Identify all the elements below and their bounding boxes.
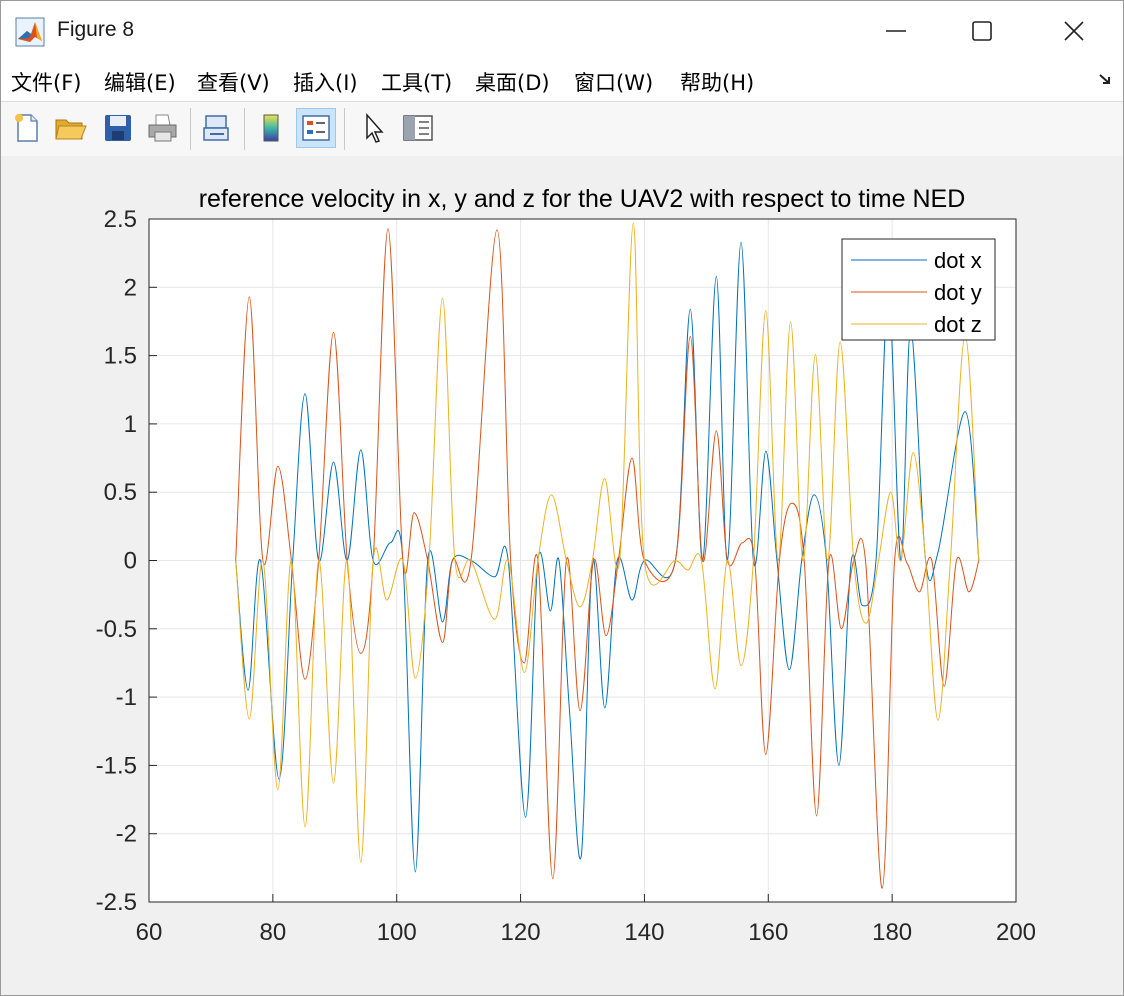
save-icon — [105, 115, 131, 141]
window-title: Figure 8 — [57, 18, 135, 41]
toolbar-separator — [244, 108, 245, 150]
minimize-icon — [886, 30, 906, 32]
close-icon — [1064, 21, 1084, 41]
expand-toolstrip-icon[interactable] — [1097, 71, 1113, 87]
menu-file[interactable]: 文件(F) — [11, 67, 81, 97]
x-tick-label: 60 — [136, 919, 163, 946]
x-tick-label: 120 — [501, 919, 541, 946]
figure-area: 60 80 100 120 140 160 180 200 2.5 2 1.5 1 0.5 0 -0.5 -… — [1, 156, 1123, 995]
menu-insert[interactable]: 插入(I) — [293, 67, 358, 97]
menu-edit[interactable]: 编辑(E) — [104, 67, 176, 97]
y-tick-label: -1.5 — [96, 752, 137, 779]
close-button[interactable] — [1029, 1, 1119, 61]
save-button[interactable] — [98, 108, 138, 148]
y-tick-label: -2 — [116, 821, 137, 848]
line-chart[interactable]: 60 80 100 120 140 160 180 200 2.5 2 1.5 1 0.5 0 -0.5 -… — [1, 156, 1123, 995]
print-button[interactable] — [143, 108, 183, 148]
y-tick-label: -1 — [116, 684, 137, 711]
new-figure-icon — [15, 114, 38, 142]
menu-window[interactable]: 窗口(W) — [574, 67, 653, 97]
title-bar[interactable]: Figure 8 — [1, 1, 1123, 61]
colorbar-icon — [263, 114, 279, 142]
open-file-button[interactable] — [51, 108, 91, 148]
menu-tools[interactable]: 工具(T) — [381, 67, 452, 97]
new-figure-button[interactable] — [7, 108, 47, 148]
y-tick-label: 1 — [124, 411, 137, 438]
legend-icon — [302, 115, 330, 141]
y-tick-label: 1.5 — [104, 343, 137, 370]
menu-desktop[interactable]: 桌面(D) — [475, 67, 550, 97]
menu-view[interactable]: 查看(V) — [197, 67, 270, 97]
link-plot-button[interactable] — [197, 108, 237, 148]
minimize-button[interactable] — [851, 1, 941, 61]
chart-title: reference velocity in x, y and z for the… — [199, 185, 966, 213]
y-tick-label: 0 — [124, 548, 137, 575]
pointer-icon — [366, 113, 384, 143]
y-tick-label: 2.5 — [104, 206, 137, 233]
x-tick-label: 200 — [996, 919, 1036, 946]
legend-label-dot-y: dot y — [934, 280, 982, 305]
x-tick-label: 140 — [624, 919, 664, 946]
edit-plot-button[interactable] — [353, 108, 393, 148]
toolbar — [1, 101, 1123, 157]
toolbar-separator — [344, 108, 345, 150]
insert-legend-button[interactable] — [296, 108, 336, 148]
menu-help[interactable]: 帮助(H) — [680, 67, 754, 97]
property-inspector-icon — [403, 115, 433, 141]
x-tick-label: 160 — [748, 919, 788, 946]
matlab-icon — [15, 17, 45, 47]
print-icon — [148, 114, 177, 142]
y-tick-label: -0.5 — [96, 616, 137, 643]
y-tick-label: 2 — [124, 274, 137, 301]
open-file-icon — [55, 119, 87, 140]
legend-label-dot-z: dot z — [934, 312, 982, 337]
x-tick-label: 100 — [377, 919, 417, 946]
y-tick-label: -2.5 — [96, 889, 137, 916]
x-tick-label: 80 — [260, 919, 287, 946]
legend[interactable]: dot x dot y dot z — [841, 238, 996, 341]
insert-colorbar-button[interactable] — [251, 108, 291, 148]
y-axis: 2.5 2 1.5 1 0.5 0 -0.5 -1 -1.5 -2 -2.5 — [96, 206, 157, 916]
link-plot-icon — [203, 115, 229, 141]
toolbar-separator — [190, 108, 191, 150]
maximize-icon — [972, 21, 992, 41]
menu-bar: 文件(F) 编辑(E) 查看(V) 插入(I) 工具(T) 桌面(D) 窗口(W… — [1, 61, 1123, 101]
maximize-button[interactable] — [937, 1, 1027, 61]
x-tick-label: 180 — [872, 919, 912, 946]
figure-window: Figure 8 文件(F) 编辑(E) 查看(V) 插入(I) 工具(T) 桌… — [0, 0, 1124, 996]
y-tick-label: 0.5 — [104, 479, 137, 506]
legend-label-dot-x: dot x — [934, 248, 982, 273]
property-inspector-button[interactable] — [398, 108, 438, 148]
